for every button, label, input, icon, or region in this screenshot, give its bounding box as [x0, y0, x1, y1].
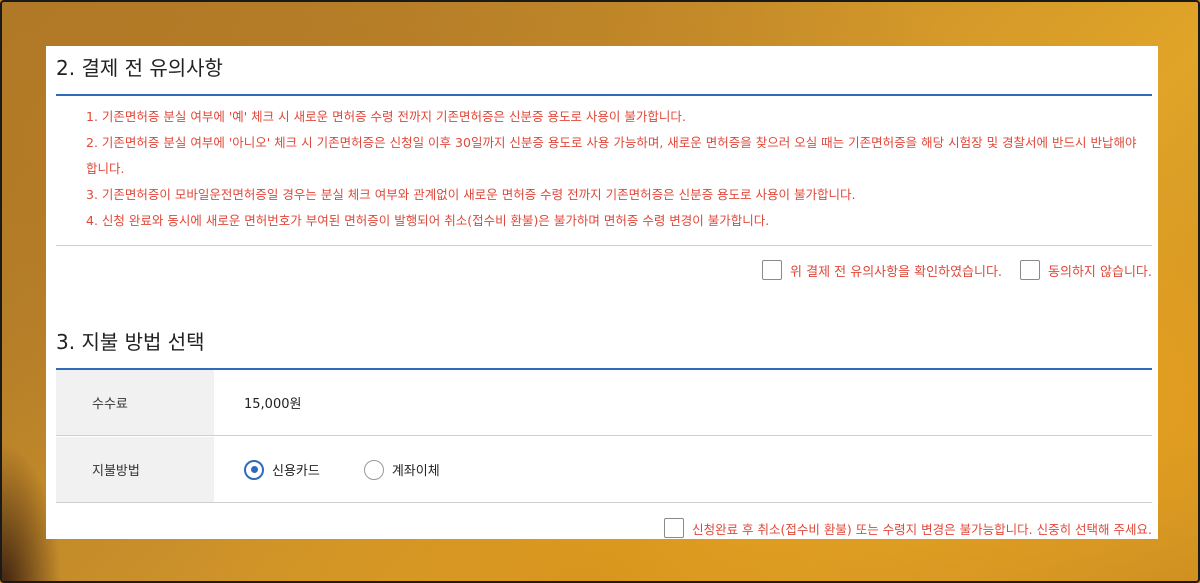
bank-transfer-radio[interactable] [363, 459, 384, 480]
fee-row: 수수료 15,000원 [56, 370, 1152, 436]
notice-item-2: 2. 기존면허증 분실 여부에 '아니오' 체크 시 기존면허증은 신청일 이후… [86, 135, 1137, 176]
disagree-option[interactable]: 동의하지 않습니다. [1020, 260, 1152, 280]
payment-method-options: 신용카드 계좌이체 [244, 437, 440, 502]
credit-card-radio[interactable] [244, 459, 264, 480]
section-divider-precautions [56, 94, 1152, 96]
payment-panel: 2. 결제 전 유의사항 1. 기존면허증 분실 여부에 '예' 체크 시 새로… [46, 46, 1158, 539]
notice-item-4: 4. 신청 완료와 동시에 새로운 면허번호가 부여된 면허증이 발행되어 취소… [86, 213, 770, 228]
final-confirm-option[interactable]: 신청완료 후 취소(접수비 환불) 또는 수령지 변경은 불가능합니다. 신중히… [664, 518, 1152, 538]
final-confirm-label: 신청완료 후 취소(접수비 환불) 또는 수령지 변경은 불가능합니다. 신중히… [692, 521, 1152, 537]
agreement-row: 위 결제 전 유의사항을 확인하였습니다. 동의하지 않습니다. [762, 260, 1152, 280]
fee-label: 수수료 [56, 370, 214, 435]
payment-method-row: 지불방법 신용카드 계좌이체 [56, 437, 1152, 503]
notice-item-1: 1. 기존면허증 분실 여부에 '예' 체크 시 새로운 면허증 수령 전까지 … [86, 109, 686, 124]
section-title-payment: 3. 지불 방법 선택 [56, 330, 205, 354]
payment-method-label: 지불방법 [56, 437, 214, 502]
fee-value: 15,000원 [244, 397, 302, 412]
disagree-label: 동의하지 않습니다. [1048, 264, 1152, 280]
bank-transfer-label: 계좌이체 [391, 464, 440, 479]
agree-checkbox[interactable] [762, 260, 783, 280]
payment-option-bank-transfer[interactable]: 계좌이체 [363, 459, 440, 480]
credit-card-label: 신용카드 [272, 464, 320, 479]
notice-bottom-divider [56, 245, 1152, 246]
payment-option-credit-card[interactable]: 신용카드 [244, 459, 320, 480]
agree-label: 위 결제 전 유의사항을 확인하였습니다. [790, 264, 1003, 280]
agree-option[interactable]: 위 결제 전 유의사항을 확인하였습니다. [762, 260, 1002, 280]
precaution-notices: 1. 기존면허증 분실 여부에 '예' 체크 시 새로운 면허증 수령 전까지 … [86, 104, 1146, 234]
section-title-precautions: 2. 결제 전 유의사항 [56, 56, 223, 80]
background-frame: 2. 결제 전 유의사항 1. 기존면허증 분실 여부에 '예' 체크 시 새로… [0, 0, 1200, 583]
notice-item-3: 3. 기존면허증이 모바일운전면허증일 경우는 분실 체크 여부와 관계없이 새… [86, 187, 856, 202]
disagree-checkbox[interactable] [1020, 260, 1041, 280]
final-confirm-checkbox[interactable] [664, 518, 685, 538]
